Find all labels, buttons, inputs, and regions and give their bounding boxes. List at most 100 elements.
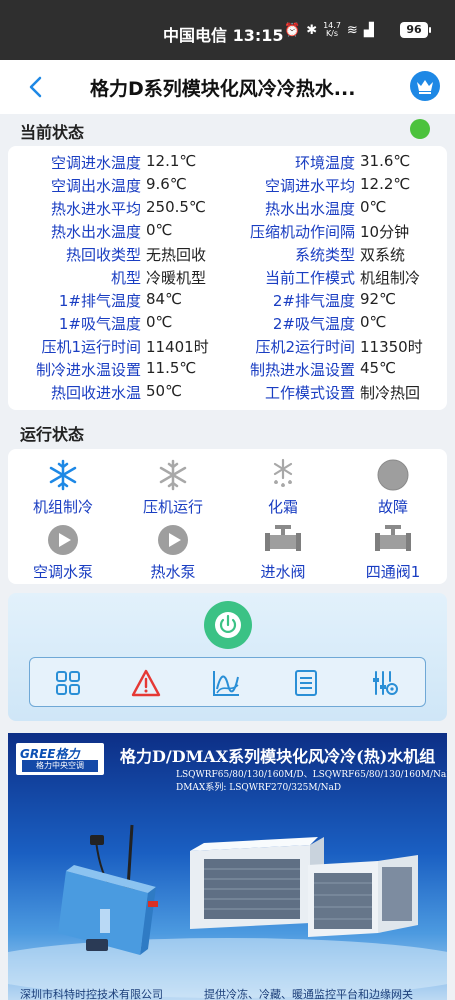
run-item-label: 空调水泵 <box>32 563 93 581</box>
settings-button[interactable] <box>370 668 400 698</box>
state-value: 45℃ <box>360 359 396 377</box>
trend-chart-button[interactable] <box>211 668 241 698</box>
run-item-label: 故障 <box>377 498 408 516</box>
state-value: 0℃ <box>360 313 387 331</box>
system-status-bar: 中国电信 13:15 ⏰ ✱ 14.7 K/s ≋ ▟ 96 <box>0 0 455 60</box>
run-item-four-way-valve: 四通阀1 <box>338 522 448 582</box>
state-value: 0℃ <box>146 221 173 239</box>
run-item-ac-pump: 空调水泵 <box>8 522 118 582</box>
run-item-hot-water-pump: 热水泵 <box>118 522 228 582</box>
state-row: 热回收进水温 50℃ 工作模式设置 制冷热回 <box>8 382 447 405</box>
signal-icon: ▟ <box>363 22 374 38</box>
state-value: 0℃ <box>360 198 387 216</box>
state-row: 空调进水温度 12.1℃ 环境温度 31.6℃ <box>8 152 447 175</box>
trend-chart-icon <box>213 671 239 696</box>
state-value: 12.1℃ <box>146 152 197 170</box>
state-label: 压机1运行时间 <box>41 338 141 356</box>
state-value: 无热回收 <box>146 246 207 264</box>
pump-play-icon <box>45 522 81 558</box>
state-label: 热水进水平均 <box>50 200 141 218</box>
vip-crown-button[interactable] <box>410 71 440 101</box>
state-label: 当前工作模式 <box>264 269 355 287</box>
state-row: 机型 冷暖机型 当前工作模式 机组制冷 <box>8 267 447 290</box>
back-button[interactable] <box>22 72 52 102</box>
pump-play-icon <box>155 522 191 558</box>
run-item-label: 四通阀1 <box>365 563 421 581</box>
state-value: 机组制冷 <box>360 269 421 287</box>
ac-unit-image <box>190 837 324 929</box>
state-row: 制冷进水温设置 11.5℃ 制热进水温设置 45℃ <box>8 359 447 382</box>
valve-icon <box>375 522 411 558</box>
state-row: 压机1运行时间 11401时 压机2运行时间 11350时 <box>8 336 447 359</box>
state-row: 热水出水温度 0℃ 压缩机动作间隔 10分钟 <box>8 221 447 244</box>
state-value: 31.6℃ <box>360 152 411 170</box>
state-value: 84℃ <box>146 290 182 308</box>
current-state-title: 当前状态 <box>20 123 85 142</box>
ac-unit-image <box>308 855 418 937</box>
warning-icon <box>131 669 161 697</box>
state-label: 1#排气温度 <box>58 292 141 310</box>
state-label: 空调出水温度 <box>50 177 141 195</box>
alarm-icon: ⏰ <box>284 22 301 38</box>
state-value: 10分钟 <box>360 223 410 241</box>
state-value: 250.5℃ <box>146 198 206 216</box>
state-value: 0℃ <box>146 313 173 331</box>
defrost-icon <box>265 457 301 493</box>
state-value: 92℃ <box>360 290 396 308</box>
run-item-label: 化霜 <box>267 498 298 516</box>
state-value: 双系统 <box>360 246 406 264</box>
state-value: 11401时 <box>146 338 209 356</box>
running-state-card: 机组制冷 压机运行 化霜 故障 空调水泵 热水泵 进水阀 四通阀1 <box>8 449 447 584</box>
state-label: 空调进水温度 <box>50 154 141 172</box>
run-item-label: 进水阀 <box>260 563 306 581</box>
power-icon <box>215 612 241 638</box>
carrier-time: 中国电信 13:15 <box>163 26 284 45</box>
state-label: 机型 <box>110 269 141 287</box>
state-label: 制热进水温设置 <box>249 361 355 379</box>
state-label: 制冷进水温设置 <box>35 361 141 379</box>
function-toolbar <box>29 657 426 707</box>
state-row: 1#排气温度 84℃ 2#排气温度 92℃ <box>8 290 447 313</box>
state-label: 2#排气温度 <box>272 292 355 310</box>
product-banner[interactable]: GREE格力 格力中央空调 格力D/DMAX系列模块化风冷冷(热)水机组 LSQ… <box>8 733 447 1000</box>
run-item-inlet-valve: 进水阀 <box>228 522 338 582</box>
state-row: 热回收类型 无热回收 系统类型 双系统 <box>8 244 447 267</box>
banner-footer-company: 深圳市科特时控技术有限公司 <box>20 988 163 1000</box>
fault-circle-icon <box>375 457 411 493</box>
settings-sliders-icon <box>373 671 398 695</box>
grid-icon <box>56 671 80 695</box>
run-item-label: 热水泵 <box>150 563 196 581</box>
crown-icon <box>417 80 433 94</box>
state-label: 热水出水温度 <box>50 223 141 241</box>
run-item-compressor: 压机运行 <box>118 457 228 517</box>
gateway-device-image <box>58 824 158 955</box>
power-button[interactable] <box>204 601 252 649</box>
valve-icon <box>265 522 301 558</box>
run-item-label: 压机运行 <box>142 498 203 516</box>
app-header: 格力D系列模块化风冷冷热水... <box>0 60 455 114</box>
menu-grid-button[interactable] <box>53 668 83 698</box>
battery-indicator: 96 <box>400 22 431 38</box>
state-label: 工作模式设置 <box>264 384 355 402</box>
run-item-fault: 故障 <box>338 457 448 517</box>
alarm-button[interactable] <box>131 668 161 698</box>
snowflake-icon <box>155 457 191 493</box>
wifi-icon: ≋ <box>346 22 358 38</box>
snowflake-icon <box>45 457 81 493</box>
state-label: 系统类型 <box>294 246 355 264</box>
state-value: 制冷热回 <box>360 384 421 402</box>
state-row: 热水进水平均 250.5℃ 热水出水温度 0℃ <box>8 198 447 221</box>
state-label: 空调进水平均 <box>264 177 355 195</box>
state-value: 12.2℃ <box>360 175 411 193</box>
state-label: 压机2运行时间 <box>255 338 355 356</box>
records-button[interactable] <box>291 668 321 698</box>
state-label: 热回收进水温 <box>50 384 141 402</box>
state-row: 空调出水温度 9.6℃ 空调进水平均 12.2℃ <box>8 175 447 198</box>
state-value: 11350时 <box>360 338 423 356</box>
state-label: 2#吸气温度 <box>272 315 355 333</box>
state-label: 压缩机动作间隔 <box>249 223 355 241</box>
page-title: 格力D系列模块化风冷冷热水... <box>90 78 356 100</box>
run-item-unit-cooling: 机组制冷 <box>8 457 118 517</box>
state-label: 1#吸气温度 <box>58 315 141 333</box>
state-label: 环境温度 <box>294 154 355 172</box>
